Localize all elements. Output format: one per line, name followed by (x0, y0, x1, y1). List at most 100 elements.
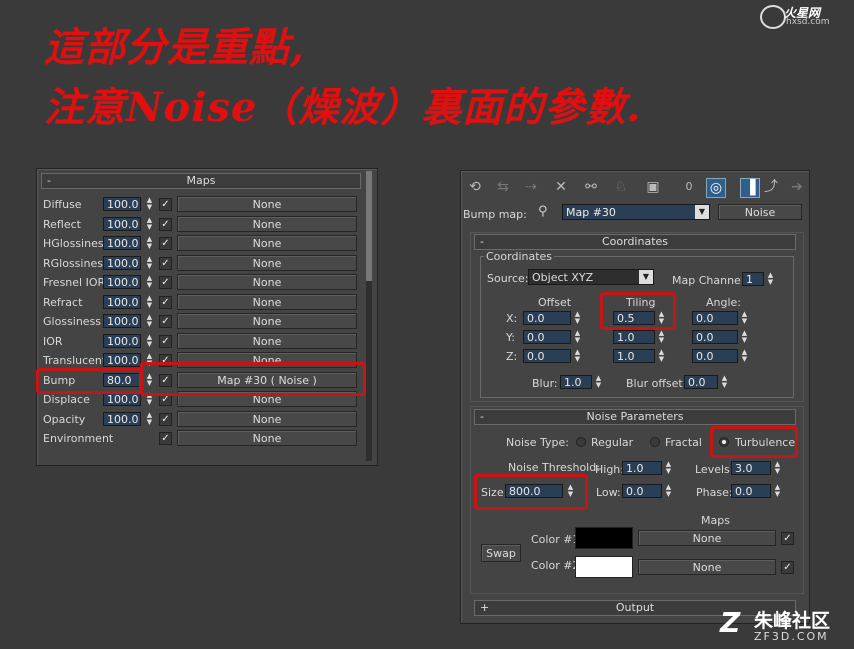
map-name-field[interactable]: Map #30 ▼ (562, 204, 710, 220)
map-enable-checkbox[interactable]: ✓ (159, 198, 172, 211)
spinner-arrows-icon[interactable]: ▲ ▼ (657, 349, 666, 363)
map-enable-checkbox[interactable]: ✓ (159, 237, 172, 250)
color1-map-checkbox[interactable]: ✓ (781, 532, 794, 545)
tiling-spinner[interactable]: 1.0 (613, 330, 655, 344)
map-amount-spinner[interactable]: 100.0 (103, 275, 141, 289)
offset-spinner[interactable]: 0.0 (523, 311, 571, 325)
map-channel-spinner[interactable]: 1 (742, 272, 764, 286)
blur-spinner[interactable]: 1.0 (560, 375, 592, 389)
tiling-spinner[interactable]: 1.0 (613, 349, 655, 363)
offset-spinner[interactable]: 0.0 (523, 349, 571, 363)
map-amount-spinner[interactable]: 100.0 (103, 255, 141, 270)
map-slot-button[interactable]: None (177, 235, 357, 251)
map-amount-spinner[interactable]: 100.0 (103, 294, 141, 309)
map-slot-button[interactable]: None (177, 274, 357, 290)
assign-material-icon[interactable]: ⇢ (522, 178, 540, 196)
spinner-arrows-icon[interactable]: ▲ ▼ (657, 330, 666, 344)
color1-swatch[interactable] (575, 527, 633, 549)
spinner-arrows-icon[interactable]: ▲ ▼ (594, 375, 603, 389)
spinner-arrows-icon[interactable]: ▲ ▼ (664, 461, 673, 475)
map-enable-checkbox[interactable]: ✓ (159, 217, 172, 231)
spinner-arrows-icon[interactable]: ▲ ▼ (145, 275, 154, 289)
coordinates-rollout-header[interactable]: - Coordinates (474, 234, 796, 250)
radio-regular[interactable] (576, 437, 586, 447)
spinner-arrows-icon[interactable]: ▲ ▼ (740, 349, 749, 363)
map-type-button[interactable]: Noise (718, 204, 802, 220)
make-unique-icon[interactable]: ⚯ (582, 178, 600, 196)
angle-spinner[interactable]: 0.0 (692, 311, 738, 325)
spinner-arrows-icon[interactable]: ▲ ▼ (145, 411, 154, 426)
go-to-parent-icon[interactable]: ⤴ (762, 178, 780, 196)
show-end-result-icon[interactable]: ▐ (740, 178, 760, 198)
spinner-arrows-icon[interactable]: ▲ ▼ (573, 330, 582, 344)
collapse-icon[interactable]: - (480, 410, 484, 424)
map-slot-button[interactable]: None (177, 254, 357, 271)
map-slot-button[interactable]: None (177, 293, 357, 310)
material-id-icon[interactable]: ▣ (644, 178, 662, 196)
spinner-arrows-icon[interactable]: ▲ ▼ (145, 333, 154, 348)
low-spinner[interactable]: 0.0 (622, 484, 662, 498)
map-amount-spinner[interactable]: 100.0 (103, 333, 141, 348)
map-enable-checkbox[interactable]: ✓ (159, 276, 172, 289)
spinner-arrows-icon[interactable]: ▲ ▼ (766, 272, 775, 286)
spinner-arrows-icon[interactable]: ▲ ▼ (145, 236, 154, 250)
map-slot-button[interactable]: None (177, 313, 357, 329)
show-map-in-viewport-icon[interactable]: ◎ (706, 178, 726, 198)
spinner-arrows-icon[interactable]: ▲ ▼ (740, 330, 749, 344)
material-id-channel-icon[interactable]: 0 (680, 178, 698, 196)
get-material-icon[interactable]: ⟲ (466, 178, 484, 196)
map-enable-checkbox[interactable]: ✓ (159, 334, 172, 348)
spinner-arrows-icon[interactable]: ▲ ▼ (773, 484, 782, 498)
radio-fractal[interactable] (650, 437, 660, 447)
color2-swatch[interactable] (575, 556, 633, 578)
map-amount-spinner[interactable]: 100.0 (103, 236, 141, 250)
put-to-scene-icon[interactable]: ⇆ (494, 178, 512, 196)
map-slot-button[interactable]: None (177, 196, 357, 212)
map-slot-button[interactable]: None (177, 332, 357, 349)
chevron-down-icon[interactable]: ▼ (639, 270, 653, 284)
color2-map-button[interactable]: None (638, 559, 776, 575)
spinner-arrows-icon[interactable]: ▲ ▼ (720, 375, 729, 389)
reset-map-icon[interactable]: ✕ (552, 178, 570, 196)
spinner-arrows-icon[interactable]: ▲ ▼ (145, 294, 154, 309)
angle-spinner[interactable]: 0.0 (692, 349, 738, 363)
map-amount-spinner[interactable]: 100.0 (103, 314, 141, 328)
map-slot-button[interactable]: None (177, 215, 357, 232)
pick-from-object-icon[interactable]: ⚲ (538, 204, 548, 219)
map-slot-button[interactable]: None (177, 410, 357, 427)
map-enable-checkbox[interactable]: ✓ (159, 412, 172, 426)
spinner-arrows-icon[interactable]: ▲ ▼ (145, 216, 154, 231)
map-enable-checkbox[interactable]: ✓ (159, 315, 172, 328)
blur-offset-spinner[interactable]: 0.0 (684, 375, 718, 389)
spinner-arrows-icon[interactable]: ▲ ▼ (573, 349, 582, 363)
maps-scrollbar-thumb[interactable] (366, 171, 372, 281)
map-amount-spinner[interactable]: 100.0 (103, 353, 141, 367)
put-to-library-icon[interactable]: ♘ (612, 178, 630, 196)
source-dropdown[interactable]: Object XYZ ▼ (528, 269, 654, 285)
map-enable-checkbox[interactable]: ✓ (159, 295, 172, 309)
collapse-icon[interactable]: - (480, 235, 484, 249)
angle-spinner[interactable]: 0.0 (692, 330, 738, 344)
map-amount-spinner[interactable]: 100.0 (103, 392, 141, 406)
high-spinner[interactable]: 1.0 (622, 461, 662, 475)
color2-map-checkbox[interactable]: ✓ (781, 561, 794, 574)
map-slot-button[interactable]: None (177, 430, 357, 446)
map-amount-spinner[interactable]: 100.0 (103, 197, 141, 211)
maps-rollout-header[interactable]: - Maps (41, 173, 361, 189)
chevron-down-icon[interactable]: ▼ (695, 205, 709, 219)
noise-parameters-header[interactable]: - Noise Parameters (474, 409, 796, 425)
spinner-arrows-icon[interactable]: ▲ ▼ (573, 311, 582, 325)
spinner-arrows-icon[interactable]: ▲ ▼ (740, 311, 749, 325)
spinner-arrows-icon[interactable]: ▲ ▼ (145, 197, 154, 211)
levels-spinner[interactable]: 3.0 (731, 461, 771, 475)
spinner-arrows-icon[interactable]: ▲ ▼ (145, 255, 154, 270)
swap-button[interactable]: Swap (481, 544, 521, 562)
collapse-icon[interactable]: - (47, 174, 51, 188)
map-enable-checkbox[interactable]: ✓ (159, 256, 172, 270)
map-amount-spinner[interactable]: 100.0 (103, 216, 141, 231)
spinner-arrows-icon[interactable]: ▲ ▼ (145, 314, 154, 328)
map-amount-spinner[interactable]: 100.0 (103, 411, 141, 426)
color1-map-button[interactable]: None (638, 530, 776, 546)
go-forward-sibling-icon[interactable]: ➔ (788, 178, 806, 196)
expand-icon[interactable]: + (480, 601, 489, 615)
